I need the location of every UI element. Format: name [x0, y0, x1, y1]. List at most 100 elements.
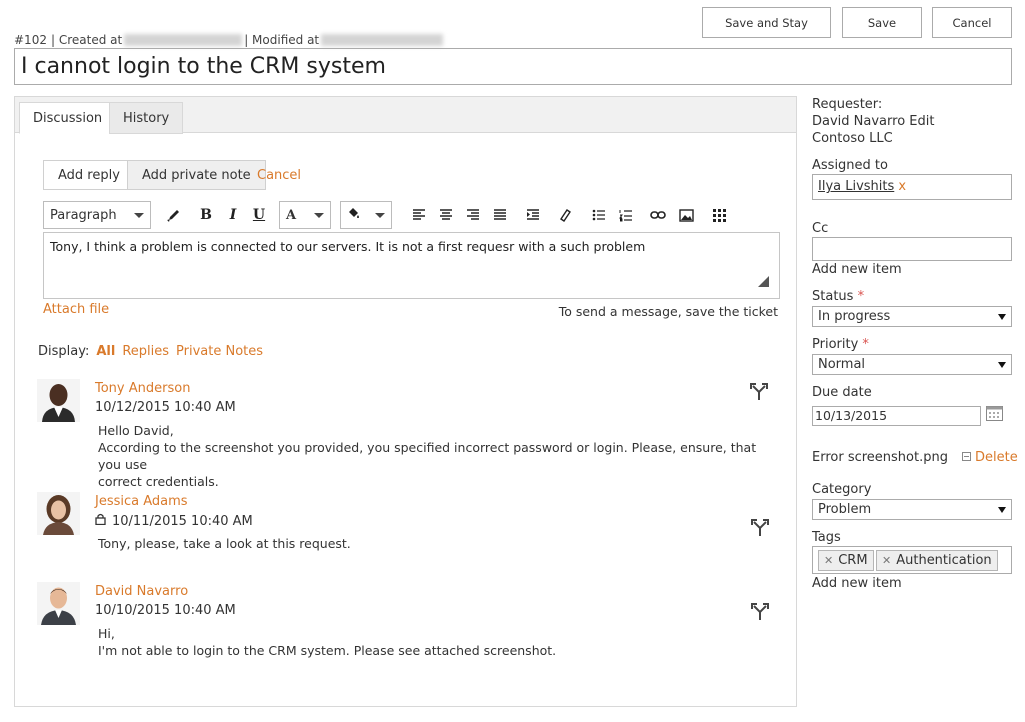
reply-cancel-link[interactable]: Cancel: [257, 168, 301, 183]
message-item: Tony Anderson 10/12/2015 10:40 AM Hello …: [37, 379, 782, 489]
message-body: Hello David, According to the screenshot…: [98, 422, 782, 490]
delete-attachment[interactable]: Delete: [962, 450, 1018, 465]
assigned-remove-icon[interactable]: x: [898, 179, 906, 194]
status-select[interactable]: In progress: [812, 306, 1012, 327]
indent-icon[interactable]: [525, 200, 541, 230]
message-date: 10/12/2015 10:40 AM: [95, 400, 236, 415]
avatar: [37, 492, 80, 535]
remove-tag-icon[interactable]: ✕: [882, 554, 891, 567]
bullet-list-icon[interactable]: [591, 200, 607, 230]
tags-add-item-link[interactable]: Add new item: [812, 576, 902, 591]
category-value: Problem: [818, 502, 872, 517]
message-date-row: 10/11/2015 10:40 AM: [95, 513, 253, 529]
chevron-down-icon: [998, 313, 1006, 320]
priority-select[interactable]: Normal: [812, 354, 1012, 375]
required-mark: *: [857, 289, 865, 304]
message-line: Tony, please, take a look at this reques…: [98, 536, 351, 551]
message-body: Hi, I'm not able to login to the CRM sys…: [98, 625, 556, 659]
add-private-note-button[interactable]: Add private note: [127, 160, 266, 190]
editor-toolbar: Paragraph B I U A: [43, 200, 780, 230]
assigned-user[interactable]: Ilya Livshits: [818, 179, 894, 194]
lock-icon: [95, 513, 106, 529]
remove-tag-icon[interactable]: ✕: [824, 554, 833, 567]
cc-add-item-link[interactable]: Add new item: [812, 262, 902, 277]
cc-field[interactable]: [812, 237, 1012, 261]
link-icon[interactable]: [649, 200, 667, 230]
tag-authentication: ✕ Authentication: [876, 550, 998, 571]
tags-field[interactable]: ✕ CRM ✕ Authentication: [812, 546, 1012, 574]
category-label: Category: [812, 482, 872, 497]
cc-label: Cc: [812, 221, 829, 236]
due-date-input[interactable]: 10/13/2015: [812, 406, 981, 426]
resize-handle-icon[interactable]: [758, 276, 769, 287]
ticket-id: #102: [14, 33, 47, 47]
message-item: Jessica Adams 10/11/2015 10:40 AM Tony, …: [37, 492, 782, 562]
format-select[interactable]: Paragraph: [43, 201, 151, 229]
message-author[interactable]: Jessica Adams: [95, 494, 188, 509]
tag-label: Authentication: [896, 553, 992, 568]
avatar: [37, 379, 80, 422]
table-icon[interactable]: [710, 200, 728, 230]
message-body: Tony, please, take a look at this reques…: [98, 535, 351, 552]
eraser-icon[interactable]: [557, 200, 573, 230]
message-date: 10/10/2015 10:40 AM: [95, 603, 236, 618]
created-label: | Created at: [50, 33, 123, 47]
cancel-button[interactable]: Cancel: [932, 7, 1012, 38]
attachment-link[interactable]: Error screenshot.png: [812, 450, 948, 465]
ticket-title-input[interactable]: I cannot login to the CRM system: [14, 48, 1012, 85]
save-button[interactable]: Save: [842, 7, 922, 38]
tab-history[interactable]: History: [109, 102, 184, 134]
requester-name-link[interactable]: David Navarro Edit: [812, 114, 934, 129]
underline-icon[interactable]: U: [250, 200, 268, 230]
numbered-list-icon[interactable]: [618, 200, 634, 230]
category-select[interactable]: Problem: [812, 499, 1012, 520]
message-line: I'm not able to login to the CRM system.…: [98, 643, 557, 658]
bold-icon[interactable]: B: [197, 200, 215, 230]
status-label: Status *: [812, 289, 864, 304]
reply-icon[interactable]: [751, 519, 769, 537]
align-left-icon[interactable]: [411, 200, 427, 230]
message-line: Hello David,: [98, 423, 174, 438]
assigned-label: Assigned to: [812, 158, 888, 173]
save-and-stay-button[interactable]: Save and Stay: [702, 7, 831, 38]
status-label-text: Status: [812, 289, 854, 304]
message-line: According to the screenshot you provided…: [98, 440, 757, 472]
ticket-meta: #102 | Created at | Modified at: [14, 33, 445, 47]
filter-private-notes[interactable]: Private Notes: [176, 344, 263, 359]
priority-value: Normal: [818, 357, 866, 372]
align-right-icon[interactable]: [465, 200, 481, 230]
highlight-dropdown[interactable]: [340, 201, 392, 229]
image-icon[interactable]: [677, 200, 695, 230]
send-hint: To send a message, save the ticket: [558, 304, 778, 319]
reply-icon[interactable]: [750, 383, 768, 401]
modified-date-redacted: [321, 34, 444, 46]
due-date-label: Due date: [812, 385, 872, 400]
pencil-icon[interactable]: [165, 200, 183, 230]
tag-label: CRM: [838, 553, 868, 568]
align-justify-icon[interactable]: [492, 200, 508, 230]
reply-editor[interactable]: Tony, I think a problem is connected to …: [43, 232, 780, 299]
assigned-field[interactable]: Ilya Livshits x: [812, 174, 1012, 200]
attach-file-link[interactable]: Attach file: [43, 302, 109, 317]
chevron-down-icon: [314, 212, 324, 218]
italic-icon[interactable]: I: [224, 200, 242, 230]
font-color-dropdown[interactable]: A: [279, 201, 331, 229]
filter-replies[interactable]: Replies: [122, 344, 169, 359]
calendar-icon[interactable]: [986, 405, 1003, 425]
modified-label: | Modified at: [244, 33, 320, 47]
delete-icon: [962, 450, 971, 465]
message-author[interactable]: David Navarro: [95, 584, 188, 599]
message-author[interactable]: Tony Anderson: [95, 381, 190, 396]
priority-label: Priority *: [812, 337, 869, 352]
required-mark: *: [862, 337, 869, 352]
tab-discussion[interactable]: Discussion: [19, 102, 117, 134]
reply-icon[interactable]: [751, 603, 769, 621]
priority-label-text: Priority: [812, 337, 859, 352]
align-center-icon[interactable]: [438, 200, 454, 230]
avatar: [37, 582, 80, 625]
add-reply-button[interactable]: Add reply: [43, 160, 135, 190]
filter-all[interactable]: All: [96, 344, 115, 359]
created-date-redacted: [124, 34, 243, 46]
status-value: In progress: [818, 309, 891, 324]
chevron-down-icon: [134, 212, 144, 218]
